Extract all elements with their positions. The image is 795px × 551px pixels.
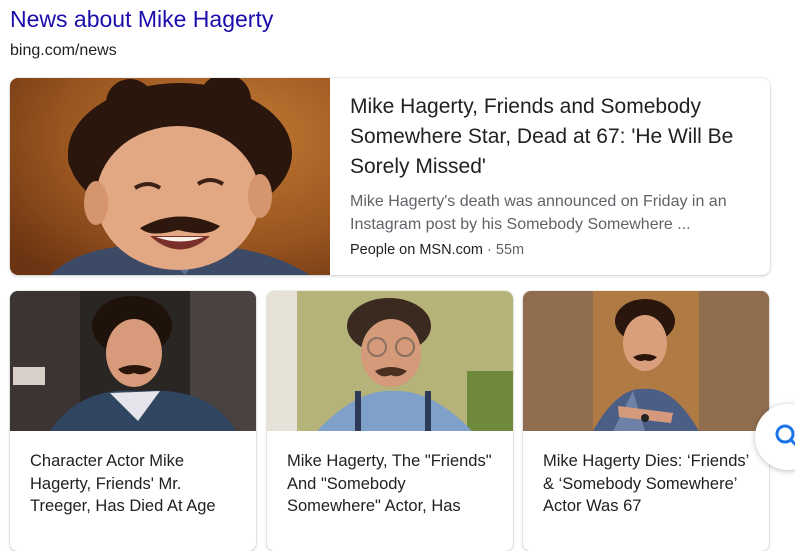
event-photo: [267, 291, 513, 431]
publisher-name: People on MSN.com: [350, 242, 483, 258]
news-section-title[interactable]: News about Mike Hagerty: [10, 6, 273, 33]
story-thumbnail-2[interactable]: [267, 291, 513, 431]
story-headline-3[interactable]: Mike Hagerty Dies: ‘Friends’ & ‘Somebody…: [543, 450, 755, 518]
portrait-photo: [10, 78, 330, 275]
story-thumbnail-3[interactable]: [523, 291, 769, 431]
story-thumbnail-1[interactable]: [10, 291, 256, 431]
story-card-1[interactable]: Character Actor Mike Hagerty, Friends' M…: [10, 291, 256, 551]
top-story-card[interactable]: Mike Hagerty, Friends and Somebody Somew…: [10, 78, 770, 275]
search-button[interactable]: [755, 404, 795, 470]
tv-scene-photo: [10, 291, 256, 431]
meta-separator: ·: [482, 242, 496, 258]
search-icon: [775, 424, 795, 447]
story-card-3[interactable]: Mike Hagerty Dies: ‘Friends’ & ‘Somebody…: [523, 291, 769, 551]
story-headline-1[interactable]: Character Actor Mike Hagerty, Friends' M…: [30, 450, 242, 518]
story-headline-2[interactable]: Mike Hagerty, The "Friends" And "Somebod…: [287, 450, 499, 518]
top-story-snippet: Mike Hagerty's death was announced on Fr…: [350, 193, 727, 233]
portrait-photo-3: [523, 291, 769, 431]
news-source: bing.com/news: [10, 42, 117, 59]
top-story-thumbnail[interactable]: [10, 78, 330, 275]
top-story-meta: People on MSN.com · 55m: [350, 242, 755, 258]
story-card-2[interactable]: Mike Hagerty, The "Friends" And "Somebod…: [267, 291, 513, 551]
story-age: 55m: [495, 242, 525, 258]
top-story-headline[interactable]: Mike Hagerty, Friends and Somebody Somew…: [350, 92, 755, 182]
